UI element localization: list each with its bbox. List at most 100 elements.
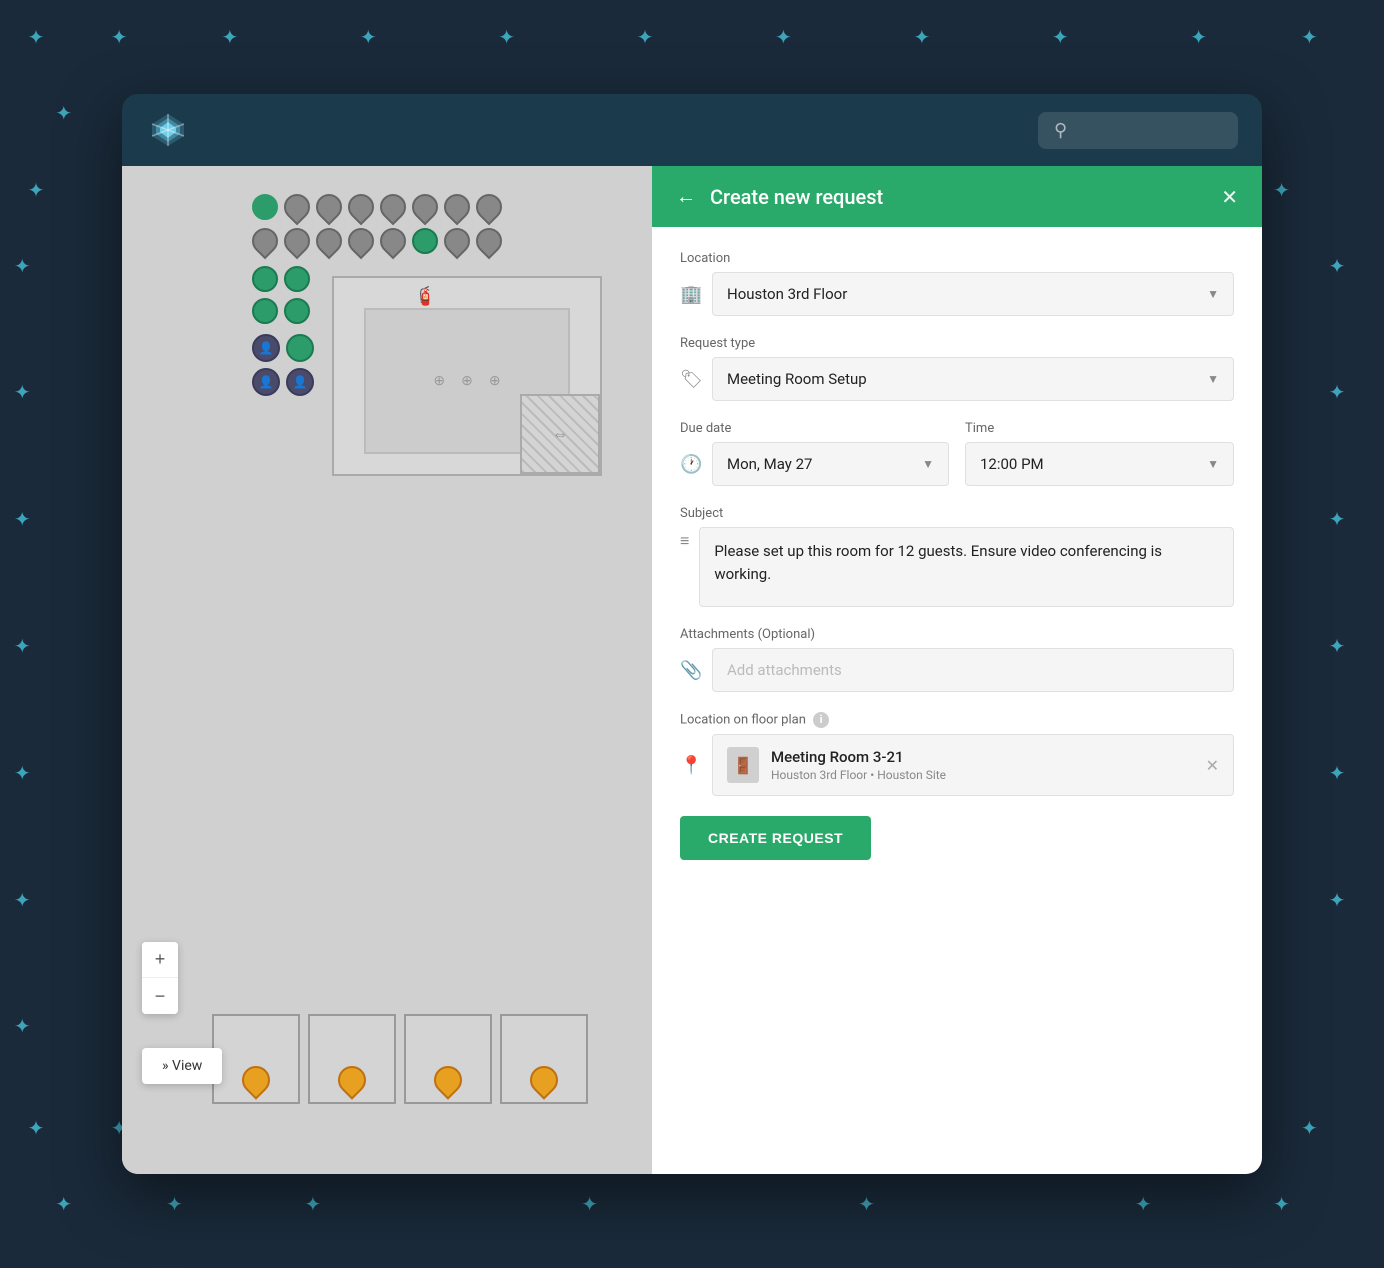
location-info: Meeting Room 3-21 Houston 3rd Floor • Ho… (771, 748, 1194, 782)
map-controls: + − (142, 942, 178, 1014)
due-date-row: 🕐 Mon, May 27 ▼ (680, 442, 949, 486)
pin-gray (375, 189, 412, 226)
pin-row-2 (252, 228, 502, 254)
sparkle: ✦ (1273, 178, 1290, 202)
location-label: Location (680, 251, 1234, 266)
stairs-icon: ⇔ (552, 424, 568, 444)
panel-title: Create new request (710, 185, 1207, 209)
location-dropdown-arrow: ▼ (1207, 287, 1219, 301)
clock-icon: 🕐 (680, 454, 702, 475)
pin-green (286, 334, 314, 362)
sparkle: ✦ (858, 1192, 875, 1216)
location-select[interactable]: Houston 3rd Floor ▼ (712, 272, 1234, 316)
sparkle: ✦ (1301, 1116, 1318, 1140)
pin-gray (311, 223, 348, 260)
sparkle: ✦ (166, 1192, 183, 1216)
pin-green (252, 194, 278, 220)
subject-label: Subject (680, 506, 1234, 521)
person-pins: 👤 👤 👤 (252, 334, 314, 396)
time-value: 12:00 PM (980, 455, 1044, 473)
pin-orange (332, 1060, 372, 1100)
location-row: 🏢 Houston 3rd Floor ▼ (680, 272, 1234, 316)
bottom-room-2 (308, 1014, 396, 1104)
building-icon: 🏢 (680, 284, 702, 305)
bottom-rooms (212, 1014, 588, 1104)
sparkle: ✦ (304, 1192, 321, 1216)
sparkle: ✦ (14, 1014, 31, 1038)
attachments-input[interactable]: Add attachments (712, 648, 1234, 692)
subject-textarea[interactable] (699, 527, 1234, 607)
subject-row: ≡ (680, 527, 1234, 607)
time-dropdown-arrow: ▼ (1207, 457, 1219, 471)
table-person-icon: ⊕ (489, 373, 501, 389)
zoom-out-button[interactable]: − (142, 978, 178, 1014)
pin-gray (279, 189, 316, 226)
attachments-label: Attachments (Optional) (680, 627, 1234, 642)
bottom-room-1 (212, 1014, 300, 1104)
due-date-label: Due date (680, 421, 949, 436)
due-date-select[interactable]: Mon, May 27 ▼ (712, 442, 949, 486)
pin-gray (439, 223, 476, 260)
floor-plan-area: 👤 👤 👤 🧯 ⊕ ⊕ ⊕ (122, 166, 652, 1174)
time-label: Time (965, 421, 1234, 436)
location-value: Houston 3rd Floor (727, 285, 847, 303)
bottom-room-3 (404, 1014, 492, 1104)
pin-gray (439, 189, 476, 226)
sparkle: ✦ (14, 888, 31, 912)
due-date-group: Due date 🕐 Mon, May 27 ▼ (680, 421, 949, 486)
lines-icon: ≡ (680, 531, 689, 551)
table-person-icon: ⊕ (433, 373, 445, 389)
pin-green (412, 228, 438, 254)
request-type-select[interactable]: Meeting Room Setup ▼ (712, 357, 1234, 401)
sparkle: ✦ (14, 507, 31, 531)
sparkle: ✦ (1329, 507, 1346, 531)
create-request-button[interactable]: CREATE REQUEST (680, 816, 871, 860)
sparkle: ✦ (913, 25, 930, 49)
view-button[interactable]: » View (142, 1048, 222, 1084)
location-card: 🚪 Meeting Room 3-21 Houston 3rd Floor • … (712, 734, 1234, 796)
meeting-room: 🧯 ⊕ ⊕ ⊕ ⇔ (332, 276, 602, 476)
room-icon: 🚪 (727, 747, 759, 783)
fire-extinguisher-icon: 🧯 (414, 286, 436, 307)
pin-gray (471, 223, 508, 260)
logo-icon (146, 108, 190, 152)
pin-gray (279, 223, 316, 260)
sparkle: ✦ (581, 1192, 598, 1216)
sparkle: ✦ (28, 1116, 45, 1140)
sparkle: ✦ (1329, 380, 1346, 404)
search-icon: ⚲ (1054, 120, 1067, 141)
date-time-row: Due date 🕐 Mon, May 27 ▼ Time (680, 421, 1234, 486)
search-bar[interactable]: ⚲ (1038, 112, 1238, 149)
pin-gray (343, 223, 380, 260)
pin-orange (236, 1060, 276, 1100)
sparkle: ✦ (221, 25, 238, 49)
request-type-label: Request type (680, 336, 1234, 351)
attachments-group: Attachments (Optional) 📎 Add attachments (680, 627, 1234, 692)
map-pin-icon: 📍 (680, 755, 702, 776)
sparkle: ✦ (1135, 1192, 1152, 1216)
sparkle: ✦ (14, 380, 31, 404)
zoom-in-button[interactable]: + (142, 942, 178, 978)
form-content: Location 🏢 Houston 3rd Floor ▼ Request t… (652, 227, 1262, 1174)
room-sub: Houston 3rd Floor • Houston Site (771, 768, 1194, 782)
left-pins (252, 266, 310, 324)
time-select[interactable]: 12:00 PM ▼ (965, 442, 1234, 486)
back-button[interactable]: ← (676, 184, 696, 209)
sparkle: ✦ (1052, 25, 1069, 49)
pin-green (284, 266, 310, 292)
sparkle: ✦ (111, 25, 128, 49)
panel-header: ← Create new request ✕ (652, 166, 1262, 227)
sparkle: ✦ (360, 25, 377, 49)
info-icon[interactable]: i (813, 712, 829, 728)
location-remove-button[interactable]: ✕ (1206, 756, 1219, 775)
sparkle: ✦ (1190, 25, 1207, 49)
pin-green (252, 266, 278, 292)
subject-group: Subject ≡ (680, 506, 1234, 607)
close-button[interactable]: ✕ (1221, 185, 1238, 209)
pin-gray (471, 189, 508, 226)
floor-plan-label: Location on floor plan i (680, 712, 1234, 728)
room-name: Meeting Room 3-21 (771, 748, 1194, 766)
pin-green (284, 298, 310, 324)
sparkle: ✦ (1329, 254, 1346, 278)
pin-gray (407, 189, 444, 226)
